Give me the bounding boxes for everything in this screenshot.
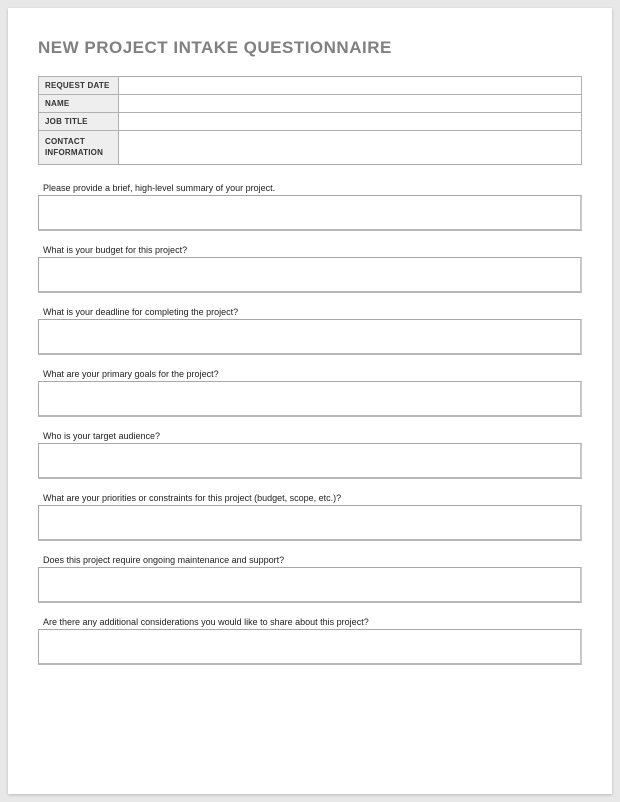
answer-box[interactable] [38,567,582,603]
question-block-additional: Are there any additional considerations … [38,617,582,665]
question-label: Does this project require ongoing mainte… [43,555,582,565]
question-label: Please provide a brief, high-level summa… [43,183,582,193]
info-row-request-date: REQUEST DATE [39,77,582,95]
info-label: REQUEST DATE [39,77,119,95]
answer-box[interactable] [38,319,582,355]
info-value[interactable] [119,131,582,165]
answer-box[interactable] [38,443,582,479]
question-block-audience: Who is your target audience? [38,431,582,479]
info-label: NAME [39,95,119,113]
question-block-goals: What are your primary goals for the proj… [38,369,582,417]
question-block-maintenance: Does this project require ongoing mainte… [38,555,582,603]
question-block-deadline: What is your deadline for completing the… [38,307,582,355]
question-label: Are there any additional considerations … [43,617,582,627]
question-label: What are your primary goals for the proj… [43,369,582,379]
question-label: What is your budget for this project? [43,245,582,255]
question-block-summary: Please provide a brief, high-level summa… [38,183,582,231]
answer-box[interactable] [38,505,582,541]
info-row-contact-information: CONTACT INFORMATION [39,131,582,165]
question-label: What are your priorities or constraints … [43,493,582,503]
answer-box[interactable] [38,629,582,665]
document-page: NEW PROJECT INTAKE QUESTIONNAIRE REQUEST… [8,8,612,794]
info-row-job-title: JOB TITLE [39,113,582,131]
page-title: NEW PROJECT INTAKE QUESTIONNAIRE [38,38,582,58]
answer-box[interactable] [38,257,582,293]
info-value[interactable] [119,77,582,95]
info-value[interactable] [119,113,582,131]
info-value[interactable] [119,95,582,113]
question-label: Who is your target audience? [43,431,582,441]
info-label: CONTACT INFORMATION [39,131,119,165]
info-table: REQUEST DATE NAME JOB TITLE CONTACT INFO… [38,76,582,165]
answer-box[interactable] [38,195,582,231]
answer-box[interactable] [38,381,582,417]
question-block-priorities: What are your priorities or constraints … [38,493,582,541]
info-label: JOB TITLE [39,113,119,131]
question-block-budget: What is your budget for this project? [38,245,582,293]
question-label: What is your deadline for completing the… [43,307,582,317]
info-row-name: NAME [39,95,582,113]
